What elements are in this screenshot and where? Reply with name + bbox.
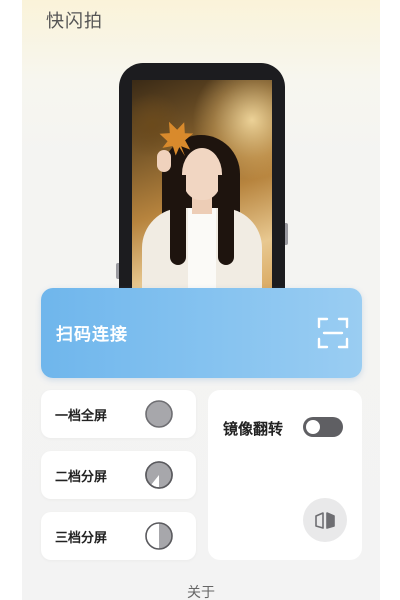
mode-label: 三档分屏 <box>55 531 108 546</box>
mirror-flip-button[interactable] <box>303 498 347 542</box>
third-split-mode-icon <box>145 522 173 550</box>
scan-qr-icon <box>317 317 349 349</box>
scan-connect-button[interactable]: 扫码连接 <box>41 288 362 378</box>
phone-side-button-left <box>116 263 119 279</box>
photo-shirt <box>188 208 216 291</box>
app-title: 快闪拍 <box>46 11 103 32</box>
mode-third-split-button[interactable]: 三档分屏 <box>41 512 196 560</box>
scan-connect-label: 扫码连接 <box>56 325 128 345</box>
phone-preview <box>116 63 288 291</box>
mirror-flip-icon <box>315 512 335 529</box>
mirror-toggle[interactable] <box>303 417 343 437</box>
photo-face <box>182 148 222 200</box>
toggle-knob <box>306 420 320 434</box>
half-split-mode-icon <box>145 461 173 489</box>
app-screen: 快闪拍 扫码连接 一档全屏 二档分屏 三档分屏 镜像翻转 关于 <box>22 0 380 600</box>
about-link[interactable]: 关于 <box>22 582 380 600</box>
photo-hand <box>157 150 171 172</box>
mirror-label: 镜像翻转 <box>223 420 284 438</box>
full-screen-mode-icon <box>145 400 173 428</box>
mode-label: 二档分屏 <box>55 470 108 485</box>
preview-photo <box>132 80 272 291</box>
phone-side-button <box>285 223 288 245</box>
photo-hair-left <box>170 175 186 265</box>
mode-full-screen-button[interactable]: 一档全屏 <box>41 390 196 438</box>
mode-half-split-button[interactable]: 二档分屏 <box>41 451 196 499</box>
photo-hair-right <box>218 175 234 265</box>
mode-label: 一档全屏 <box>55 409 108 424</box>
mirror-card: 镜像翻转 <box>208 390 362 560</box>
